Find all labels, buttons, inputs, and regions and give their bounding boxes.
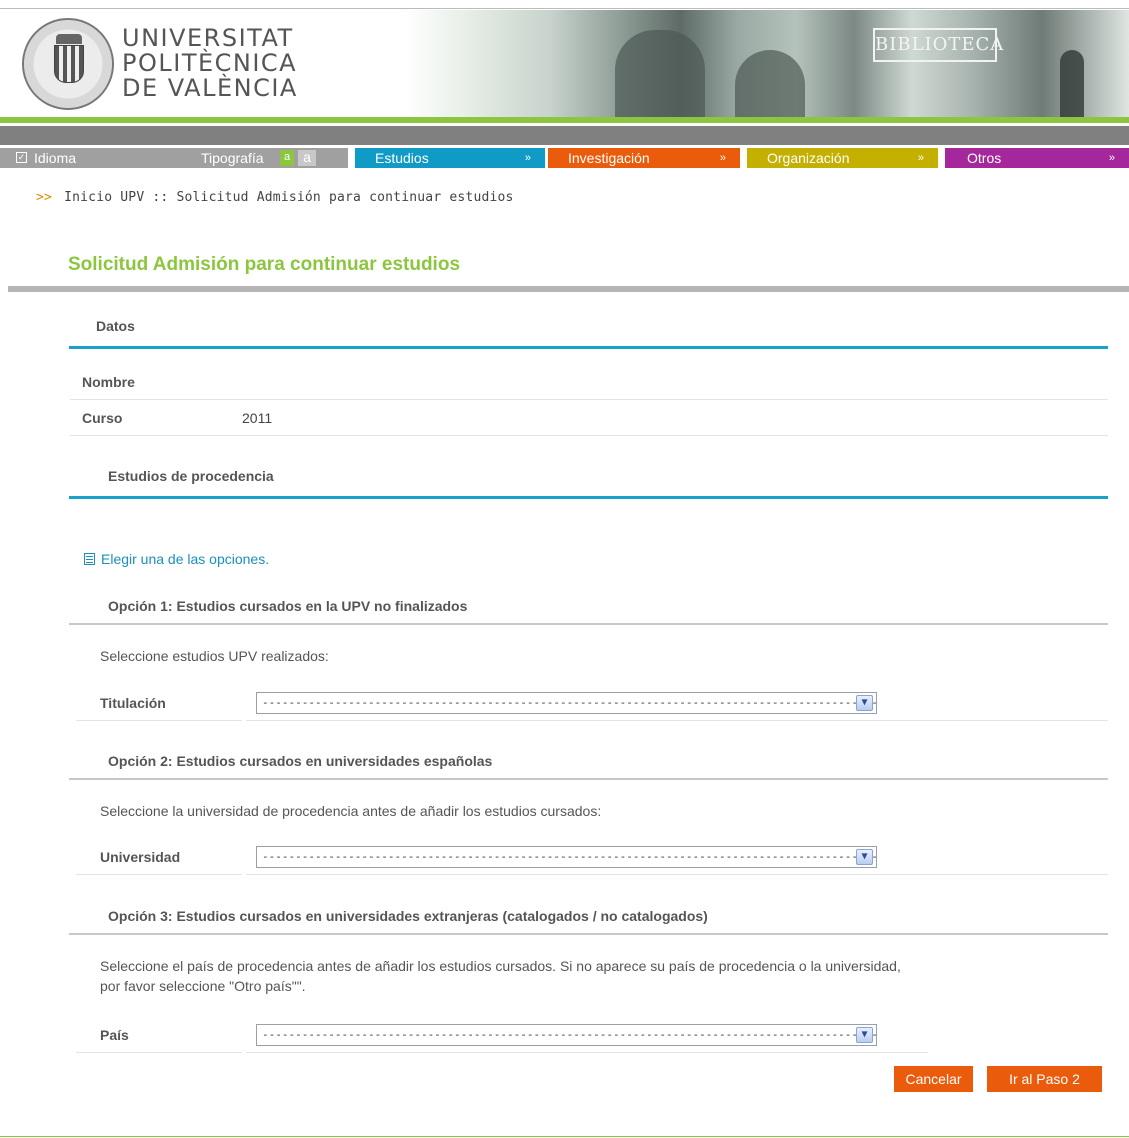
- universidad-select-value: ----------------------------------------…: [262, 850, 877, 863]
- opcion2-instructions: Seleccione la universidad de procedencia…: [100, 803, 602, 819]
- section-divider: [69, 778, 1108, 780]
- row-divider: [76, 720, 242, 721]
- chevron-down-icon[interactable]: ▼: [856, 849, 873, 865]
- font-size-small-button[interactable]: a: [280, 150, 294, 166]
- banner-figure: [1060, 50, 1084, 118]
- logo-line-3: DE VALÈNCIA: [122, 74, 298, 102]
- font-size-large-button[interactable]: a: [298, 150, 316, 166]
- nav-tipografia: Tipografía a a: [195, 148, 348, 168]
- next-step-button[interactable]: Ir al Paso 2: [987, 1066, 1102, 1092]
- upv-seal-logo[interactable]: [22, 18, 114, 110]
- opcion2-heading: Opción 2: Estudios cursados en universid…: [108, 753, 493, 769]
- opcion3-instructions-line1: Seleccione el país de procedencia antes …: [100, 958, 901, 974]
- row-divider: [70, 435, 1108, 436]
- checkbox-icon: ✓: [16, 152, 27, 163]
- nav-estudios[interactable]: Estudios »: [355, 148, 545, 168]
- elegir-opciones-text: Elegir una de las opciones.: [101, 551, 270, 567]
- header-grey-bar: [0, 126, 1129, 145]
- nav-otros-label: Otros: [967, 150, 1002, 166]
- chevron-down-icon: »: [1108, 152, 1115, 164]
- nav-organizacion[interactable]: Organización »: [747, 148, 938, 168]
- cancel-button[interactable]: Cancelar: [894, 1066, 973, 1092]
- page-title: Solicitud Admisión para continuar estudi…: [68, 254, 461, 275]
- section-divider: [69, 496, 1108, 499]
- pais-select[interactable]: ----------------------------------------…: [256, 1024, 877, 1046]
- chevron-down-icon: »: [524, 152, 531, 164]
- nav-idioma-label: Idioma: [34, 150, 77, 166]
- header-green-bar: [0, 117, 1129, 123]
- row-divider: [246, 874, 1108, 875]
- opcion1-heading: Opción 1: Estudios cursados en la UPV no…: [108, 598, 468, 614]
- nav-investigacion[interactable]: Investigación »: [548, 148, 740, 168]
- header: UNIVERSITAT POLITÈCNICA DE VALÈNCIA BIBL…: [0, 0, 1129, 118]
- opcion3-instructions: Seleccione el país de procedencia antes …: [100, 956, 901, 996]
- nav-estudios-label: Estudios: [375, 150, 429, 166]
- document-icon: [84, 553, 95, 565]
- logo-line-1: UNIVERSITAT: [122, 24, 294, 52]
- row-divider: [76, 874, 242, 875]
- banner-figure: [735, 50, 805, 118]
- titulacion-label: Titulación: [100, 695, 166, 711]
- banner-figure: [615, 30, 705, 118]
- nav-idioma[interactable]: ✓ Idioma: [0, 148, 195, 168]
- title-divider: [8, 286, 1129, 292]
- nav-tipografia-label: Tipografía: [201, 150, 264, 166]
- crown-icon: [56, 34, 82, 44]
- header-top-line: [0, 8, 1129, 9]
- section-procedencia-heading: Estudios de procedencia: [108, 468, 274, 484]
- section-divider: [69, 623, 1108, 625]
- elegir-opciones-hint: Elegir una de las opciones.: [84, 551, 269, 567]
- section-datos-heading: Datos: [96, 318, 135, 334]
- titulacion-select[interactable]: ----------------------------------------…: [256, 692, 877, 714]
- row-divider: [246, 1052, 928, 1053]
- curso-label: Curso: [82, 410, 123, 426]
- pais-label: País: [100, 1027, 129, 1043]
- row-divider: [70, 399, 1108, 400]
- chevron-down-icon[interactable]: ▼: [856, 1027, 873, 1043]
- logo-line-2: POLITÈCNICA: [122, 49, 298, 77]
- main-nav: ✓ Idioma Tipografía a a Estudios » Inves…: [0, 148, 1129, 168]
- universidad-select[interactable]: ----------------------------------------…: [256, 846, 877, 868]
- pais-select-value: ----------------------------------------…: [262, 1028, 877, 1041]
- breadcrumb: >> Inicio UPV :: Solicitud Admisión para…: [36, 190, 514, 205]
- header-banner-image: BIBLIOTECA: [405, 10, 1129, 118]
- chevron-down-icon: »: [917, 152, 924, 164]
- section-divider: [69, 933, 1108, 935]
- breadcrumb-text[interactable]: Inicio UPV :: Solicitud Admisión para co…: [64, 190, 514, 205]
- shield-icon: [54, 45, 84, 83]
- breadcrumb-arrows-icon: >>: [36, 190, 53, 205]
- section-divider: [69, 346, 1108, 349]
- curso-value: 2011: [242, 410, 273, 426]
- row-divider: [246, 720, 1108, 721]
- row-divider: [76, 1052, 242, 1053]
- chevron-down-icon: »: [719, 152, 726, 164]
- opcion1-instructions: Seleccione estudios UPV realizados:: [100, 648, 329, 664]
- nombre-label: Nombre: [82, 374, 135, 390]
- titulacion-select-value: ----------------------------------------…: [262, 696, 877, 709]
- opcion3-instructions-line2: por favor seleccione "Otro país"".: [100, 978, 306, 994]
- opcion3-heading: Opción 3: Estudios cursados en universid…: [108, 908, 708, 924]
- footer-divider: [0, 1136, 1129, 1137]
- banner-label: BIBLIOTECA: [873, 28, 1003, 62]
- universidad-label: Universidad: [100, 849, 181, 865]
- nav-organizacion-label: Organización: [767, 150, 850, 166]
- nav-otros[interactable]: Otros »: [945, 148, 1129, 168]
- university-name-logo[interactable]: UNIVERSITAT POLITÈCNICA DE VALÈNCIA: [122, 26, 298, 101]
- nav-investigacion-label: Investigación: [568, 150, 650, 166]
- chevron-down-icon[interactable]: ▼: [856, 695, 873, 711]
